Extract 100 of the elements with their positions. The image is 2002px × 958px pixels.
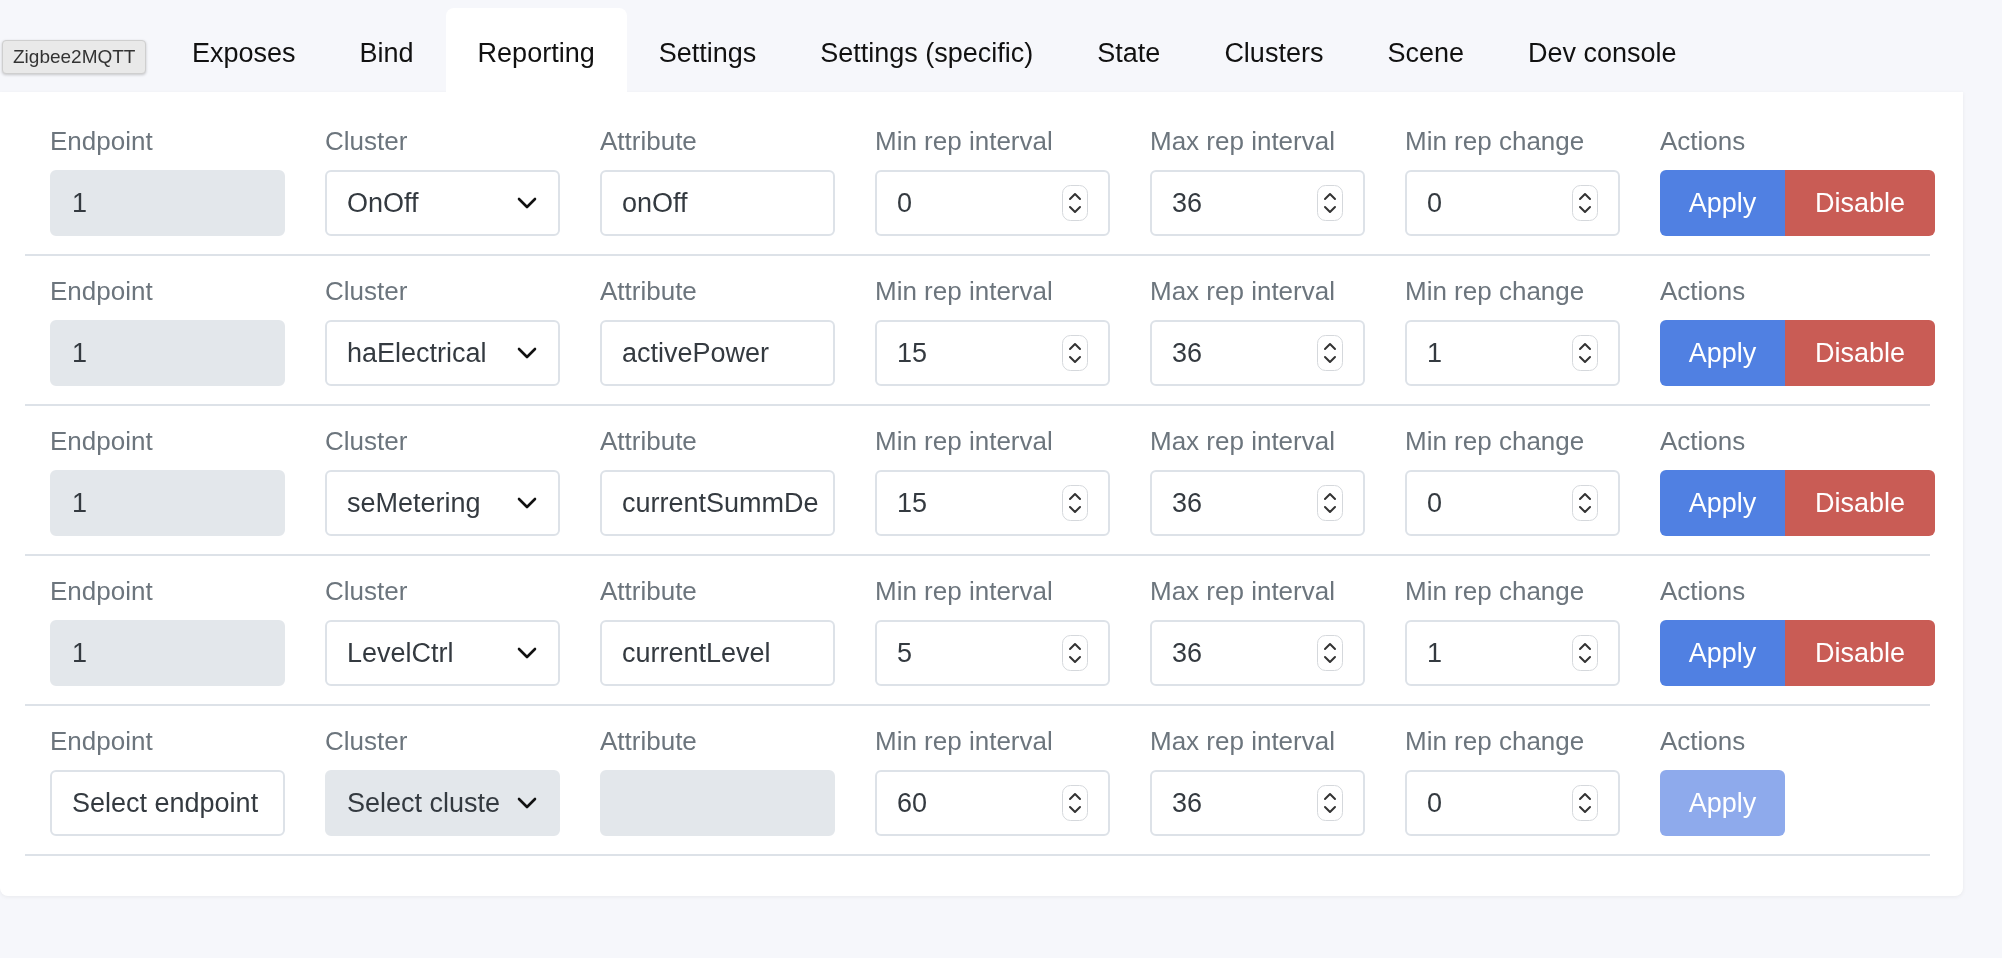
field-label: Actions	[1660, 575, 1747, 608]
attribute-field[interactable]: currentSummDe	[600, 470, 835, 536]
field-label: Attribute	[600, 275, 698, 308]
field-label: Actions	[1660, 725, 1747, 758]
field-label: Max rep interval	[1150, 425, 1336, 458]
field-label: Min rep interval	[875, 125, 1054, 158]
number-field[interactable]: 0	[1405, 170, 1620, 236]
chevron-down-icon[interactable]	[516, 496, 538, 510]
tab[interactable]: State	[1065, 8, 1193, 92]
number-field[interactable]: 36	[1150, 470, 1365, 536]
spinner-icon[interactable]	[1317, 485, 1343, 521]
field-label: Endpoint	[50, 725, 154, 758]
field-label: Cluster	[325, 275, 409, 308]
spinner-icon[interactable]	[1062, 635, 1088, 671]
number-field[interactable]: 15	[875, 470, 1110, 536]
field-label: Cluster	[325, 125, 409, 158]
number-field[interactable]: 1	[1405, 620, 1620, 686]
cluster-select[interactable]: OnOff	[325, 170, 560, 236]
spinner-icon[interactable]	[1572, 485, 1598, 521]
field-label: Attribute	[600, 725, 698, 758]
number-field[interactable]: 0	[875, 170, 1110, 236]
chevron-down-icon[interactable]	[516, 346, 538, 360]
disable-button[interactable]: Disable	[1785, 170, 1935, 236]
spinner-icon[interactable]	[1062, 485, 1088, 521]
apply-button[interactable]: Apply	[1660, 170, 1785, 236]
apply-button[interactable]: Apply	[1660, 470, 1785, 536]
tab[interactable]: Settings (specific)	[788, 8, 1066, 92]
endpoint-field: 1	[50, 320, 285, 386]
field-label: Min rep change	[1405, 125, 1586, 158]
field-label: Min rep change	[1405, 575, 1586, 608]
apply-button[interactable]: Apply	[1660, 620, 1785, 686]
spinner-icon[interactable]	[1062, 185, 1088, 221]
endpoint-field: 1	[50, 470, 285, 536]
attribute-field[interactable]: activePower	[600, 320, 835, 386]
field-label: Attribute	[600, 575, 698, 608]
field-label: Endpoint	[50, 575, 154, 608]
spinner-icon[interactable]	[1572, 635, 1598, 671]
number-field[interactable]: 36	[1150, 170, 1365, 236]
tab[interactable]: Settings	[626, 8, 789, 92]
tab[interactable]: Dev console	[1495, 8, 1709, 92]
disable-button[interactable]: Disable	[1785, 470, 1935, 536]
number-field[interactable]: 0	[1405, 470, 1620, 536]
field-label: Cluster	[325, 575, 409, 608]
field-label: Actions	[1660, 275, 1747, 308]
cluster-select: Select cluste	[325, 770, 560, 836]
number-field[interactable]: 15	[875, 320, 1110, 386]
number-field[interactable]: 36	[1150, 620, 1365, 686]
field-label: Min rep interval	[875, 275, 1054, 308]
field-label: Attribute	[600, 425, 698, 458]
number-field[interactable]: 36	[1150, 770, 1365, 836]
field-label: Max rep interval	[1150, 725, 1336, 758]
spinner-icon[interactable]	[1317, 185, 1343, 221]
field-label: Max rep interval	[1150, 275, 1336, 308]
field-label: Endpoint	[50, 125, 154, 158]
spinner-icon[interactable]	[1572, 335, 1598, 371]
chevron-down-icon[interactable]	[516, 196, 538, 210]
field-label: Cluster	[325, 425, 409, 458]
cluster-select[interactable]: LevelCtrl	[325, 620, 560, 686]
tooltip: Zigbee2MQTT	[2, 40, 147, 74]
field-label: Min rep change	[1405, 725, 1586, 758]
spinner-icon[interactable]	[1062, 785, 1088, 821]
attribute-field[interactable]: onOff	[600, 170, 835, 236]
field-label: Attribute	[600, 125, 698, 158]
number-field[interactable]: 60	[875, 770, 1110, 836]
chevron-down-icon[interactable]	[516, 646, 538, 660]
tab[interactable]: Exposes	[160, 8, 328, 92]
spinner-icon[interactable]	[1572, 785, 1598, 821]
spinner-icon[interactable]	[1317, 785, 1343, 821]
field-label: Min rep interval	[875, 575, 1054, 608]
number-field[interactable]: 1	[1405, 320, 1620, 386]
field-label: Min rep interval	[875, 725, 1054, 758]
field-label: Min rep interval	[875, 425, 1054, 458]
spinner-icon[interactable]	[1062, 335, 1088, 371]
spinner-icon[interactable]	[1572, 185, 1598, 221]
tab[interactable]: Scene	[1355, 8, 1496, 92]
spinner-icon[interactable]	[1317, 635, 1343, 671]
field-label: Endpoint	[50, 275, 154, 308]
number-field[interactable]: 36	[1150, 320, 1365, 386]
tab[interactable]: Reporting	[445, 8, 627, 92]
endpoint-field: 1	[50, 620, 285, 686]
field-label: Actions	[1660, 125, 1747, 158]
tab[interactable]: Bind	[327, 8, 446, 92]
field-label: Min rep change	[1405, 275, 1586, 308]
apply-button[interactable]: Apply	[1660, 320, 1785, 386]
number-field[interactable]: 5	[875, 620, 1110, 686]
field-label: Actions	[1660, 425, 1747, 458]
endpoint-field: 1	[50, 170, 285, 236]
cluster-select[interactable]: haElectrical	[325, 320, 560, 386]
disable-button[interactable]: Disable	[1785, 320, 1935, 386]
apply-button: Apply	[1660, 770, 1785, 836]
number-field[interactable]: 0	[1405, 770, 1620, 836]
endpoint-select[interactable]: Select endpoint	[50, 770, 285, 836]
tab[interactable]: Clusters	[1192, 8, 1356, 92]
field-label: Min rep change	[1405, 425, 1586, 458]
field-label: Max rep interval	[1150, 125, 1336, 158]
disable-button[interactable]: Disable	[1785, 620, 1935, 686]
cluster-select[interactable]: seMetering	[325, 470, 560, 536]
attribute-field[interactable]: currentLevel	[600, 620, 835, 686]
spinner-icon[interactable]	[1317, 335, 1343, 371]
field-label: Endpoint	[50, 425, 154, 458]
